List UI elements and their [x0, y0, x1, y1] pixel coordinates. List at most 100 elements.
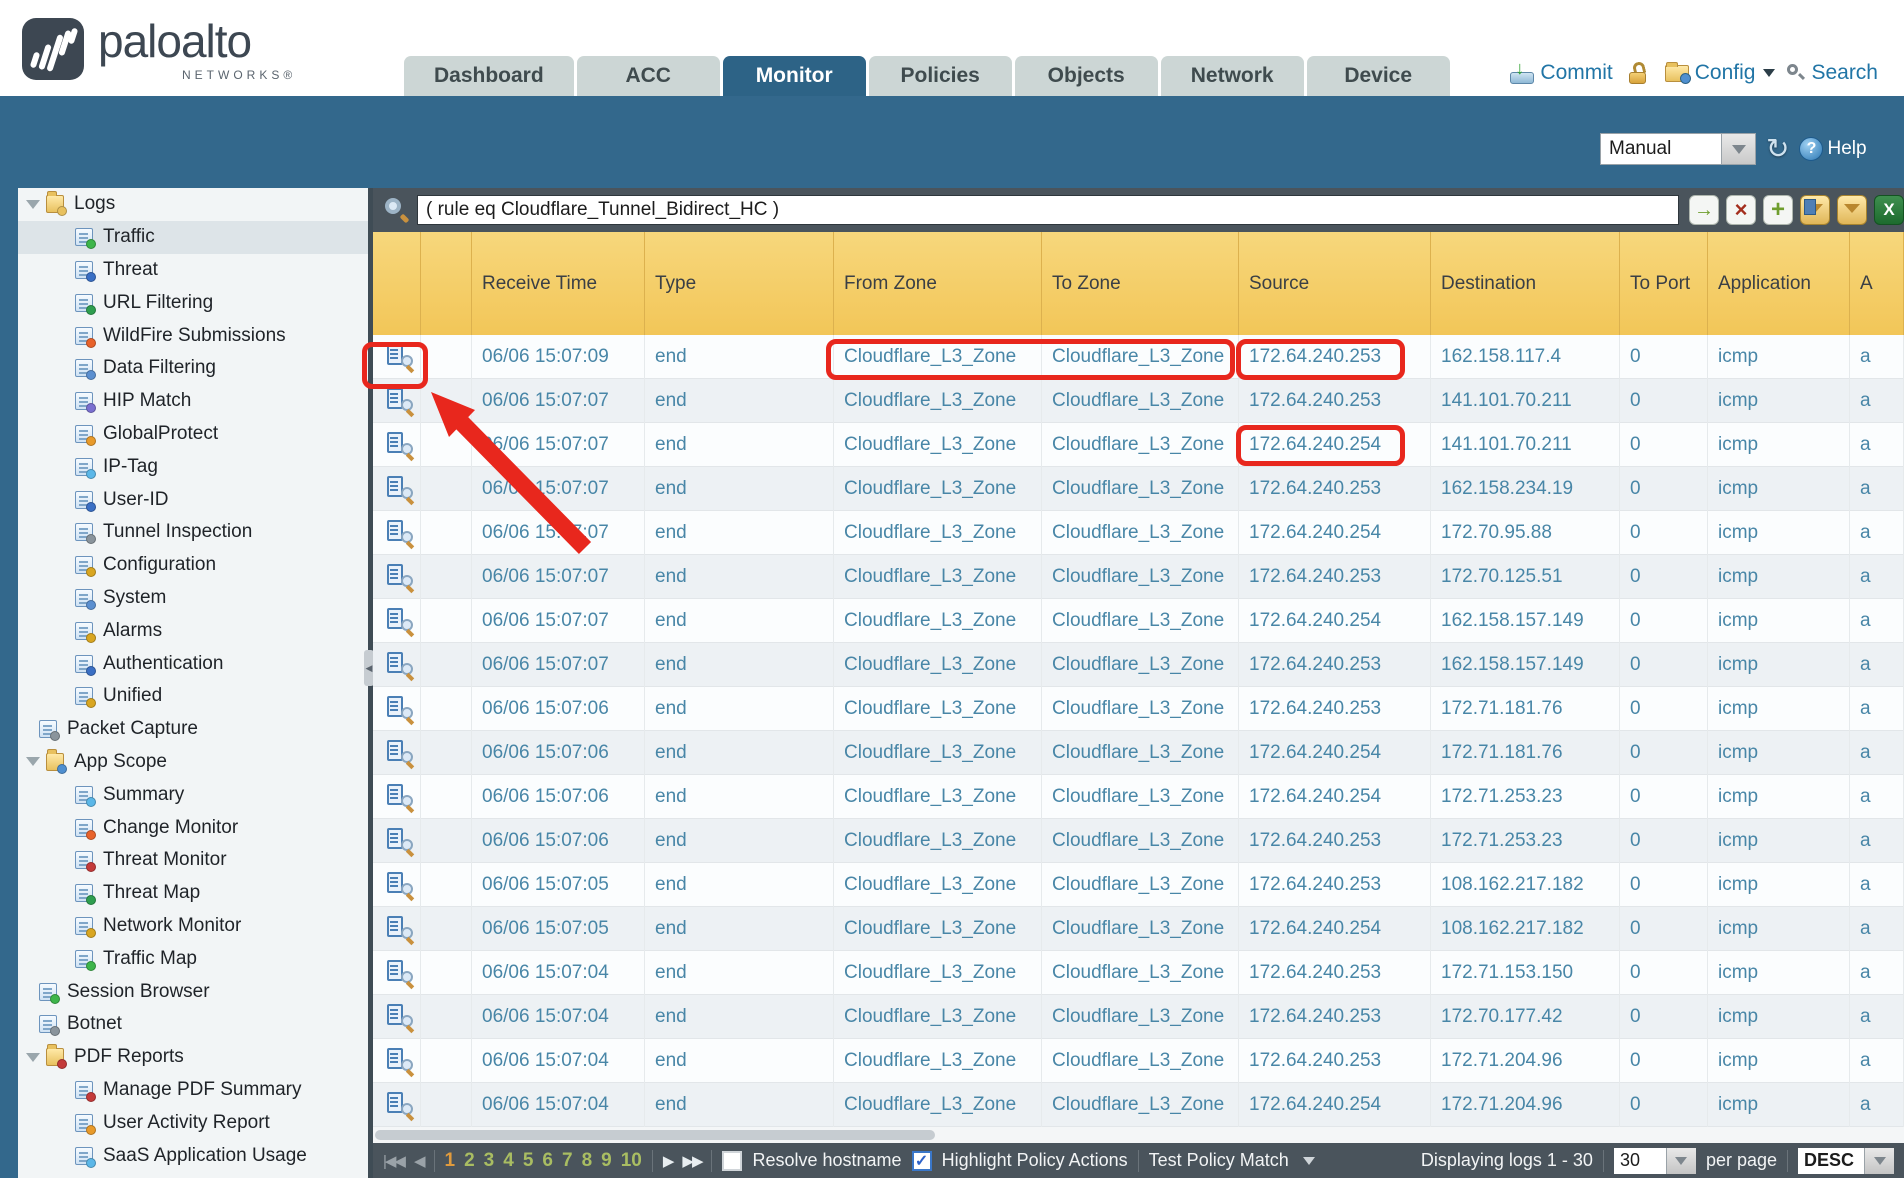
log-detail-icon[interactable]	[387, 960, 413, 986]
search-button[interactable]: Search	[1787, 61, 1878, 85]
sidebar-item-traffic[interactable]: Traffic	[18, 221, 368, 254]
log-detail-icon[interactable]	[387, 344, 413, 370]
sidebar-item-change-monitor[interactable]: Change Monitor	[18, 811, 368, 844]
clear-filter-icon[interactable]: ×	[1726, 195, 1756, 225]
sidebar-item-session-browser[interactable]: Session Browser	[18, 975, 368, 1008]
sidebar-item-hip-match[interactable]: HIP Match	[18, 385, 368, 418]
log-table-row[interactable]: 06/06 15:07:07endCloudflare_L3_ZoneCloud…	[373, 511, 1904, 555]
sidebar-item-tunnel-inspection[interactable]: Tunnel Inspection	[18, 516, 368, 549]
first-page-button[interactable]: |◀◀	[383, 1152, 404, 1170]
tab-monitor[interactable]: Monitor	[723, 56, 866, 96]
resolve-hostname-checkbox[interactable]	[722, 1151, 742, 1171]
sidebar-item-threat-map[interactable]: Threat Map	[18, 877, 368, 910]
log-table-row[interactable]: 06/06 15:07:06endCloudflare_L3_ZoneCloud…	[373, 775, 1904, 819]
log-table-row[interactable]: 06/06 15:07:07endCloudflare_L3_ZoneCloud…	[373, 555, 1904, 599]
column-header-type[interactable]: Type	[645, 232, 834, 335]
sidebar-item-network-monitor[interactable]: Network Monitor	[18, 910, 368, 943]
log-table-row[interactable]: 06/06 15:07:05endCloudflare_L3_ZoneCloud…	[373, 907, 1904, 951]
config-button[interactable]: Config	[1665, 61, 1776, 85]
log-table-row[interactable]: 06/06 15:07:07endCloudflare_L3_ZoneCloud…	[373, 467, 1904, 511]
sidebar-item-system[interactable]: System	[18, 582, 368, 615]
page-number-6[interactable]: 6	[542, 1150, 553, 1172]
column-header-to-zone[interactable]: To Zone	[1042, 232, 1239, 335]
log-table-row[interactable]: 06/06 15:07:07endCloudflare_L3_ZoneCloud…	[373, 599, 1904, 643]
sidebar-item-user-id[interactable]: User-ID	[18, 483, 368, 516]
sidebar-item-threat-monitor[interactable]: Threat Monitor	[18, 844, 368, 877]
sidebar-item-saas-application-usage[interactable]: SaaS Application Usage	[18, 1139, 368, 1172]
log-detail-icon[interactable]	[387, 388, 413, 414]
sidebar-item-app-scope[interactable]: App Scope	[18, 746, 368, 779]
log-detail-icon[interactable]	[387, 1048, 413, 1074]
help-button[interactable]: ? Help	[1799, 137, 1866, 161]
column-header-a[interactable]: A	[1850, 232, 1904, 335]
load-filter-icon[interactable]	[1837, 195, 1867, 225]
log-detail-icon[interactable]	[387, 520, 413, 546]
sidebar-item-user-activity-report[interactable]: User Activity Report	[18, 1106, 368, 1139]
tab-policies[interactable]: Policies	[869, 56, 1012, 96]
log-table-row[interactable]: 06/06 15:07:04endCloudflare_L3_ZoneCloud…	[373, 995, 1904, 1039]
tab-device[interactable]: Device	[1307, 56, 1450, 96]
lock-icon[interactable]	[1629, 62, 1649, 84]
highlight-policy-actions-checkbox[interactable]: ✓	[912, 1151, 932, 1171]
expander-triangle-icon[interactable]	[26, 1053, 40, 1062]
page-number-2[interactable]: 2	[464, 1150, 475, 1172]
page-number-4[interactable]: 4	[503, 1150, 514, 1172]
log-table-row[interactable]: 06/06 15:07:06endCloudflare_L3_ZoneCloud…	[373, 687, 1904, 731]
column-header-to-port[interactable]: To Port	[1620, 232, 1708, 335]
log-table-row[interactable]: 06/06 15:07:04endCloudflare_L3_ZoneCloud…	[373, 951, 1904, 995]
log-detail-icon[interactable]	[387, 696, 413, 722]
commit-button[interactable]: ↓ Commit	[1510, 61, 1612, 85]
log-table-row[interactable]: 06/06 15:07:07endCloudflare_L3_ZoneCloud…	[373, 379, 1904, 423]
log-table-row[interactable]: 06/06 15:07:09endCloudflare_L3_ZoneCloud…	[373, 335, 1904, 379]
tab-acc[interactable]: ACC	[577, 56, 720, 96]
log-table-row[interactable]: 06/06 15:07:06endCloudflare_L3_ZoneCloud…	[373, 819, 1904, 863]
sidebar-item-alarms[interactable]: Alarms	[18, 614, 368, 647]
log-detail-icon[interactable]	[387, 872, 413, 898]
tab-network[interactable]: Network	[1161, 56, 1304, 96]
add-filter-icon[interactable]: +	[1763, 195, 1793, 225]
save-filter-icon[interactable]	[1800, 195, 1830, 225]
page-number-8[interactable]: 8	[582, 1150, 593, 1172]
log-detail-icon[interactable]	[387, 784, 413, 810]
scrollbar-thumb[interactable]	[375, 1130, 935, 1140]
log-table-row[interactable]: 06/06 15:07:04endCloudflare_L3_ZoneCloud…	[373, 1083, 1904, 1127]
log-detail-icon[interactable]	[387, 564, 413, 590]
sidebar-item-data-filtering[interactable]: Data Filtering	[18, 352, 368, 385]
log-detail-icon[interactable]	[387, 916, 413, 942]
tab-objects[interactable]: Objects	[1015, 56, 1158, 96]
refresh-mode-select[interactable]: Manual	[1600, 133, 1756, 165]
per-page-caret-icon[interactable]	[1666, 1148, 1696, 1174]
sidebar-item-packet-capture[interactable]: Packet Capture	[18, 713, 368, 746]
log-detail-icon[interactable]	[387, 432, 413, 458]
sidebar-item-wildfire-submissions[interactable]: WildFire Submissions	[18, 319, 368, 352]
log-table-row[interactable]: 06/06 15:07:06endCloudflare_L3_ZoneCloud…	[373, 731, 1904, 775]
next-page-button[interactable]: ▶	[663, 1152, 673, 1170]
sidebar-item-logs[interactable]: Logs	[18, 188, 368, 221]
column-header-destination[interactable]: Destination	[1431, 232, 1620, 335]
page-number-9[interactable]: 9	[601, 1150, 612, 1172]
apply-filter-icon[interactable]: →	[1689, 195, 1719, 225]
sidebar-item-traffic-map[interactable]: Traffic Map	[18, 942, 368, 975]
sidebar-item-botnet[interactable]: Botnet	[18, 1008, 368, 1041]
column-header-source[interactable]: Source	[1239, 232, 1431, 335]
per-page-select[interactable]: 30	[1614, 1148, 1696, 1174]
tab-dashboard[interactable]: Dashboard	[404, 56, 574, 96]
sort-order-select[interactable]: DESC	[1798, 1148, 1894, 1174]
sidebar-item-pdf-reports[interactable]: PDF Reports	[18, 1041, 368, 1074]
sidebar-item-manage-pdf-summary[interactable]: Manage PDF Summary	[18, 1074, 368, 1107]
column-header-from-zone[interactable]: From Zone	[834, 232, 1042, 335]
page-number-3[interactable]: 3	[484, 1150, 495, 1172]
page-number-10[interactable]: 10	[621, 1150, 642, 1172]
test-policy-match-button[interactable]: Test Policy Match	[1149, 1150, 1289, 1171]
expander-triangle-icon[interactable]	[26, 200, 40, 209]
filter-query-input[interactable]	[417, 195, 1679, 225]
page-number-1[interactable]: 1	[445, 1150, 456, 1172]
column-header-application[interactable]: Application	[1708, 232, 1850, 335]
sidebar-item-authentication[interactable]: Authentication	[18, 647, 368, 680]
sort-order-caret-icon[interactable]	[1864, 1148, 1894, 1174]
sidebar-item-unified[interactable]: Unified	[18, 680, 368, 713]
log-detail-icon[interactable]	[387, 476, 413, 502]
log-detail-icon[interactable]	[387, 828, 413, 854]
refresh-icon[interactable]: ↻	[1766, 135, 1789, 163]
log-detail-icon[interactable]	[387, 1004, 413, 1030]
